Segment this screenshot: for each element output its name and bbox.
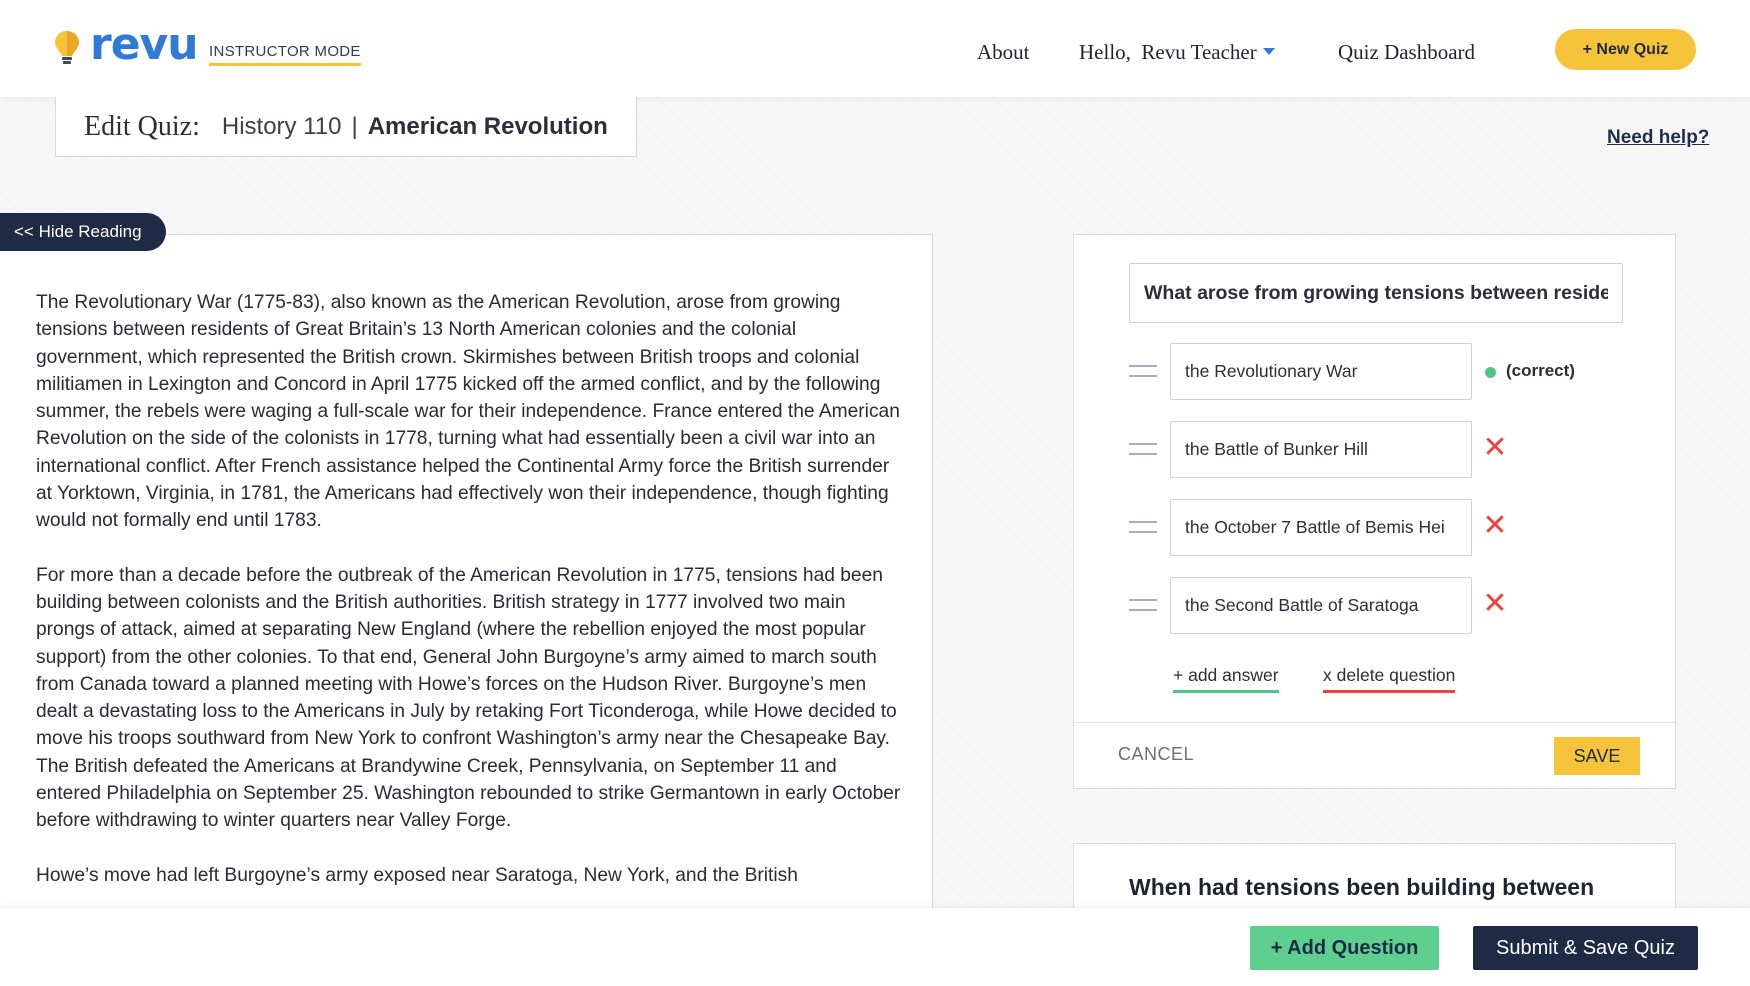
correct-indicator-icon — [1485, 367, 1496, 378]
instructor-mode-label: INSTRUCTOR MODE — [209, 43, 361, 66]
caret-down-icon — [1262, 47, 1275, 55]
answer-input[interactable] — [1170, 499, 1472, 556]
title-prefix: Edit Quiz: — [84, 110, 200, 142]
drag-handle-icon[interactable] — [1129, 365, 1157, 377]
delete-question-link[interactable]: x delete question — [1323, 665, 1456, 693]
correct-label: (correct) — [1506, 361, 1575, 380]
drag-handle-icon[interactable] — [1129, 599, 1157, 611]
card-divider — [1074, 722, 1675, 723]
quiz-topic: American Revolution — [367, 112, 608, 140]
answer-input[interactable] — [1170, 421, 1472, 478]
hide-reading-button[interactable]: << Hide Reading — [0, 213, 166, 251]
top-navigation-bar: revu INSTRUCTOR MODE About Hello, Revu T… — [0, 0, 1750, 97]
user-greeting: Hello, Revu Teacher — [1079, 40, 1257, 64]
page-title: Edit Quiz: History 110 | American Revolu… — [55, 97, 637, 157]
reading-paragraph: For more than a decade before the outbre… — [36, 564, 901, 832]
answer-input[interactable] — [1170, 343, 1472, 400]
drag-handle-icon[interactable] — [1129, 443, 1157, 455]
remove-answer-icon[interactable]: ✕ — [1482, 433, 1508, 463]
reading-paragraph: The Revolutionary War (1775-83), also kn… — [36, 292, 900, 532]
drag-handle-icon[interactable] — [1129, 521, 1157, 533]
add-question-button[interactable]: + Add Question — [1250, 926, 1439, 970]
answer-row: (correct) — [1129, 343, 1669, 400]
question-text: When had tensions been building between — [1129, 874, 1595, 900]
question-editor-card: (correct) ✕ ✕ ✕ + add answer x delete qu… — [1073, 234, 1676, 789]
cancel-button[interactable]: CANCEL — [1118, 744, 1194, 765]
need-help-link[interactable]: Need help? — [1607, 127, 1709, 149]
save-button[interactable]: SAVE — [1554, 737, 1640, 775]
user-menu[interactable]: Hello, Revu Teacher — [1079, 40, 1275, 65]
nav-about-link[interactable]: About — [977, 40, 1030, 65]
question-text-input[interactable] — [1129, 263, 1623, 323]
answer-row: ✕ — [1129, 577, 1669, 634]
remove-answer-icon[interactable]: ✕ — [1482, 589, 1508, 619]
answer-input[interactable] — [1170, 577, 1472, 634]
reading-panel[interactable]: The Revolutionary War (1775-83), also kn… — [0, 234, 933, 934]
answer-row: ✕ — [1129, 499, 1669, 556]
answer-row: ✕ — [1129, 421, 1669, 478]
new-quiz-button[interactable]: + New Quiz — [1555, 29, 1696, 70]
brand-name: revu — [90, 19, 199, 70]
lightbulb-icon — [55, 31, 79, 64]
reading-paragraph: Howe’s move had left Burgoyne’s army exp… — [36, 864, 798, 886]
nav-quiz-dashboard-link[interactable]: Quiz Dashboard — [1338, 40, 1475, 65]
course-name: History 110 — [221, 112, 342, 140]
add-answer-link[interactable]: + add answer — [1173, 665, 1279, 693]
remove-answer-icon[interactable]: ✕ — [1482, 511, 1508, 541]
bottom-action-bar: + Add Question Submit & Save Quiz — [0, 908, 1750, 986]
revu-logo[interactable]: revu — [52, 23, 199, 68]
submit-save-quiz-button[interactable]: Submit & Save Quiz — [1473, 926, 1698, 970]
title-separator: | — [351, 112, 358, 140]
